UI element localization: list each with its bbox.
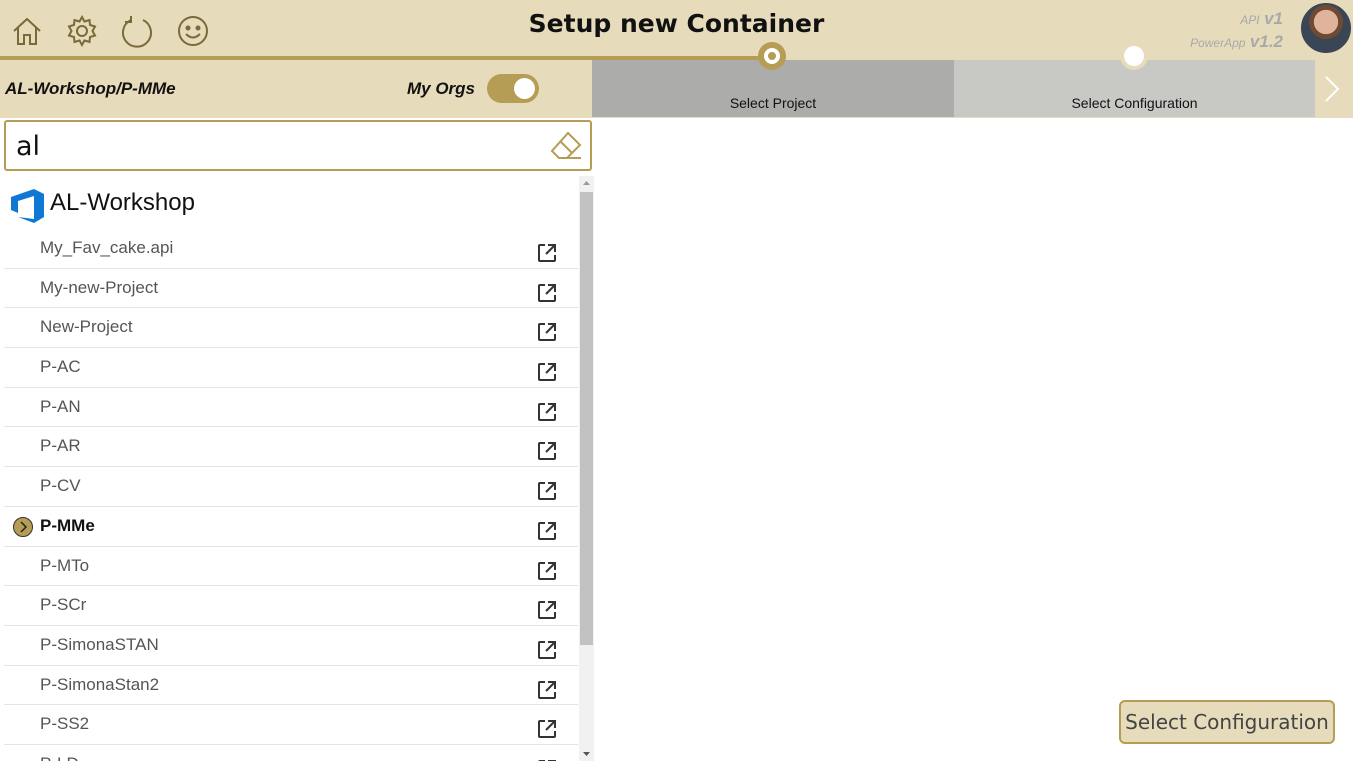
- external-link-icon[interactable]: [536, 242, 558, 264]
- project-name: My_Fav_cake.api: [40, 238, 174, 257]
- project-name: P-AR: [40, 436, 81, 456]
- list-item[interactable]: New-Project: [4, 308, 578, 349]
- eraser-icon[interactable]: [548, 128, 584, 164]
- list-item[interactable]: P-SimonaSTAN: [4, 626, 578, 666]
- external-link-icon[interactable]: [536, 560, 558, 582]
- project-name: P-LD: [40, 754, 79, 761]
- list-item[interactable]: P-AC: [4, 348, 578, 388]
- project-name: My-new-Project: [40, 277, 159, 297]
- select-configuration-button[interactable]: Select Configuration: [1119, 700, 1335, 744]
- step-indicator-pending: [1120, 42, 1148, 70]
- avatar[interactable]: [1299, 1, 1353, 55]
- org-name: AL-Workshop: [50, 189, 195, 216]
- search-input[interactable]: [16, 130, 536, 162]
- version-info: API v1 PowerApp v1.2: [1190, 8, 1283, 54]
- list-item[interactable]: P-CV: [4, 467, 578, 507]
- external-link-icon[interactable]: [536, 440, 558, 462]
- project-name: P-SimonaSTAN: [40, 634, 159, 654]
- external-link-icon[interactable]: [536, 401, 558, 423]
- project-name: P-SS2: [40, 714, 90, 734]
- chevron-right-icon[interactable]: [1320, 74, 1344, 104]
- external-link-icon[interactable]: [536, 520, 558, 542]
- project-name: New-Project: [40, 317, 133, 337]
- project-name: P-SimonaStan2: [40, 674, 160, 694]
- project-list: My_Fav_cake.api My-new-Project New-Project…: [4, 229, 578, 761]
- scroll-up-arrow[interactable]: [579, 176, 594, 190]
- list-item[interactable]: P-MTo: [4, 547, 578, 587]
- list-item[interactable]: P-SimonaStan2: [4, 666, 578, 706]
- external-link-icon[interactable]: [536, 361, 558, 383]
- external-link-icon[interactable]: [536, 599, 558, 621]
- powerapp-label: PowerApp: [1190, 36, 1246, 50]
- external-link-icon[interactable]: [536, 282, 558, 304]
- external-link-icon[interactable]: [536, 639, 558, 661]
- external-link-icon[interactable]: [536, 321, 558, 343]
- app-header: Setup new Container API v1 PowerApp v1.2: [0, 0, 1353, 60]
- azure-devops-icon: [8, 188, 46, 224]
- external-link-icon[interactable]: [536, 679, 558, 701]
- scroll-down-arrow[interactable]: [579, 747, 594, 761]
- scrollbar[interactable]: [579, 176, 594, 761]
- list-item[interactable]: P-MMe: [4, 507, 578, 547]
- project-name: P-MTo: [40, 555, 90, 575]
- subheader: AL-Workshop/P-MMe My Orgs: [0, 60, 592, 118]
- search-box: [4, 120, 592, 171]
- external-link-icon[interactable]: [536, 718, 558, 740]
- project-name: P-SCr: [40, 595, 87, 615]
- breadcrumb: AL-Workshop/P-MMe: [5, 79, 176, 98]
- page-title: Setup new Container: [528, 9, 825, 38]
- project-name: P-CV: [40, 476, 81, 496]
- step-indicator-active: [758, 42, 786, 70]
- powerapp-version: v1.2: [1249, 32, 1283, 51]
- project-name: P-AC: [40, 357, 81, 377]
- progress-line: [0, 56, 772, 60]
- list-item[interactable]: P-AR: [4, 427, 578, 468]
- scroll-thumb[interactable]: [580, 192, 593, 645]
- list-item[interactable]: P-AN: [4, 388, 578, 428]
- project-name: P-MMe: [40, 515, 95, 535]
- chevron-right-icon: [13, 516, 33, 537]
- project-name: P-AN: [40, 396, 81, 416]
- my-orgs-toggle[interactable]: [487, 74, 539, 103]
- external-link-icon[interactable]: [536, 480, 558, 502]
- list-item[interactable]: P-SCr: [4, 586, 578, 626]
- list-item[interactable]: P-LD: [4, 745, 578, 761]
- api-version: v1: [1264, 9, 1283, 28]
- my-orgs-label: My Orgs: [407, 79, 476, 98]
- api-label: API: [1240, 13, 1260, 27]
- list-item[interactable]: My_Fav_cake.api: [4, 229, 578, 269]
- list-item[interactable]: P-SS2: [4, 705, 578, 745]
- list-item[interactable]: My-new-Project: [4, 269, 578, 309]
